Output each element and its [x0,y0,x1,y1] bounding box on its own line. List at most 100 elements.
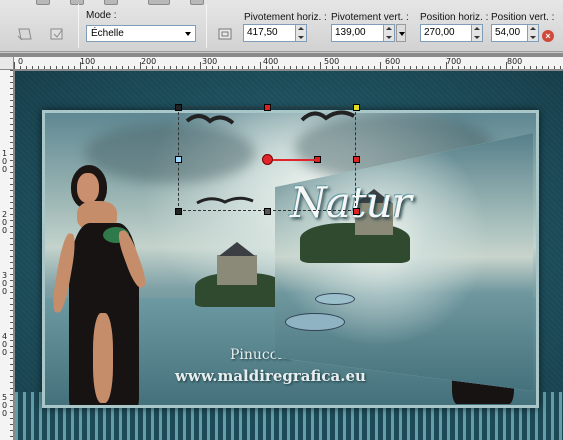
strip-button[interactable] [70,0,84,5]
ruler-tick [314,66,315,69]
ruler-tick [10,274,13,275]
edge-handle[interactable] [264,208,271,215]
ruler-tick [38,66,39,69]
ruler-tick [10,142,13,143]
pos-h-value: 270,00 [424,27,455,38]
ruler-tick [74,66,75,69]
ruler-tick [506,62,507,69]
strip-button[interactable] [148,0,170,5]
woman-figure-left [50,163,165,405]
edge-handle[interactable] [353,156,360,163]
rotation-handle[interactable] [262,154,273,165]
ruler-tick [10,82,13,83]
close-icon[interactable]: × [542,30,554,42]
ruler-tick [374,66,375,69]
ruler-tick [10,268,13,269]
ruler-tick [482,66,483,69]
ruler-tick [10,370,13,371]
ruler-tick [10,358,13,359]
pivot-h-spinner[interactable] [295,25,306,41]
ruler-tick [14,62,15,69]
strip-button[interactable] [36,0,50,5]
pos-v-spinner[interactable] [527,25,538,41]
strip-button[interactable] [190,0,204,5]
ruler-tick [10,88,13,89]
ruler-tick [10,196,13,197]
ruler-tick [128,66,129,69]
edge-handle[interactable] [264,104,271,111]
ruler-tick [458,66,459,69]
pivot-h-label: Pivotement horiz. : [244,12,327,23]
ruler-corner [0,57,14,70]
pos-v-input[interactable]: 54,00 [491,24,539,42]
edge-handle[interactable] [175,156,182,163]
tool-options-toolbar: Mode : Échelle Pivotement horiz. : 417,5… [0,0,563,52]
roof [219,242,255,256]
corner-handle[interactable] [353,104,360,111]
ruler-tick [20,66,21,69]
ruler-tick [176,66,177,69]
ruler-tick [464,66,465,69]
ruler-label: 4 0 0 [2,332,8,357]
ruler-tick [242,66,243,69]
ruler-tick [10,388,13,389]
ruler-label: 700 [446,57,462,66]
workspace: 0 100 200 300 400 500 600 700 800 1 0 0 … [0,53,563,440]
ruler-tick [26,66,27,69]
corner-handle[interactable] [353,208,360,215]
ruler-tick [140,62,141,69]
ruler-tick [446,62,447,69]
ruler-tick [146,66,147,69]
ruler-tick [10,238,13,239]
pos-v-label: Position vert. : [491,12,555,23]
pivot-v-spinner[interactable] [383,25,394,41]
ruler-tick [212,66,213,69]
mode-select[interactable]: Échelle [86,25,196,42]
ruler-label: 100 [80,57,96,66]
ruler-tick [452,66,453,69]
ruler-tick [10,214,13,215]
ruler-tick [266,66,267,69]
ruler-tick [392,66,393,69]
ruler-tick [10,190,13,191]
ruler-tick [398,66,399,69]
ruler-tick [10,292,13,293]
ruler-tick [428,66,429,69]
ruler-tick [560,66,561,69]
pivot-v-value: 139,00 [335,27,366,38]
ruler-tick [530,66,531,69]
ruler-tick [10,220,13,221]
reset-rectangle-icon[interactable] [14,24,36,44]
ruler-tick [362,66,363,69]
ruler-tick [512,66,513,69]
pivot-v-input[interactable]: 139,00 [331,24,395,42]
ruler-tick [182,66,183,69]
strip-button[interactable] [104,0,118,5]
ruler-label: 5 0 0 [2,393,8,418]
pivot-v-dropdown[interactable] [396,24,406,42]
ruler-label: 3 0 0 [2,271,8,296]
corner-handle[interactable] [175,208,182,215]
pos-h-input[interactable]: 270,00 [420,24,483,42]
ruler-tick [434,66,435,69]
toolbar-separator [206,4,207,48]
ruler-tick [10,394,13,395]
ruler-tick [332,66,333,69]
pivot-v-label: Pivotement vert. : [331,12,409,23]
ruler-tick [10,208,13,209]
ruler-label: 600 [385,57,401,66]
ruler-tick [10,436,13,437]
vertical-ruler: 1 0 0 2 0 0 3 0 0 4 0 0 5 0 0 [0,70,14,440]
ruler-tick [10,106,13,107]
ruler-tick [68,66,69,69]
corner-handle[interactable] [175,104,182,111]
pos-h-spinner[interactable] [471,25,482,41]
image-canvas[interactable]: Pinuccia www.maldiregrafica.eu Natur [15,71,563,440]
pivot-h-input[interactable]: 417,50 [243,24,307,42]
ruler-tick [488,66,489,69]
ruler-tick [10,184,13,185]
apply-icon[interactable] [46,24,68,44]
ruler-tick [494,66,495,69]
ruler-tick [260,62,261,69]
pivot-icon[interactable] [214,24,236,44]
